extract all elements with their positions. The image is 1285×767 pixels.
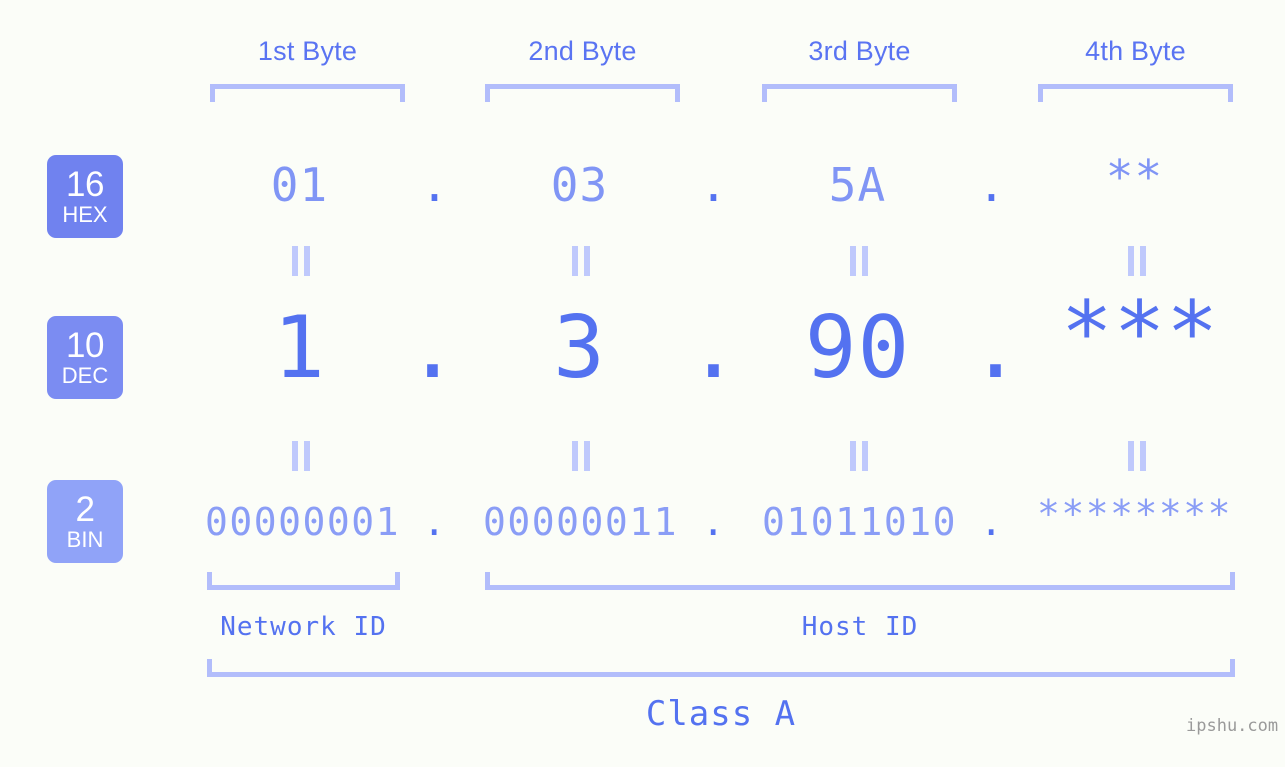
bin-byte-3: 01011010 xyxy=(761,500,958,544)
bin-byte-4: ******** xyxy=(1036,492,1233,536)
base-badge-hex-number: 16 xyxy=(66,165,104,204)
bin-separator-2: . xyxy=(701,500,727,544)
class-label: Class A xyxy=(645,694,797,734)
dec-separator-3: . xyxy=(969,298,1023,398)
byte-header-3: 3rd Byte xyxy=(808,36,911,66)
bin-separator-1: . xyxy=(422,500,448,544)
dec-byte-3: 90 xyxy=(804,298,911,398)
base-badge-dec-abbr: DEC xyxy=(61,363,109,388)
base-badge-hex: 16 HEX xyxy=(47,155,123,238)
byte-bracket-3 xyxy=(762,84,957,102)
byte-bracket-2 xyxy=(485,84,680,102)
equals-icon-hex-dec-4 xyxy=(1126,246,1148,276)
hex-separator-1: . xyxy=(420,158,450,212)
hex-byte-3: 5A xyxy=(828,158,887,212)
equals-icon-hex-dec-1 xyxy=(290,246,312,276)
watermark: ipshu.com xyxy=(1186,716,1279,736)
network-id-label: Network ID xyxy=(220,612,387,642)
bin-byte-2: 00000011 xyxy=(482,500,679,544)
class-bracket xyxy=(207,659,1235,677)
dec-byte-2: 3 xyxy=(553,298,606,398)
dec-byte-1: 1 xyxy=(273,298,326,398)
base-badge-dec-number: 10 xyxy=(66,326,104,365)
hex-separator-3: . xyxy=(977,158,1007,212)
host-id-label: Host ID xyxy=(801,612,919,642)
byte-bracket-4 xyxy=(1038,84,1233,102)
network-id-bracket xyxy=(207,572,400,590)
byte-header-1: 1st Byte xyxy=(257,36,358,66)
byte-bracket-1 xyxy=(210,84,405,102)
base-badge-bin-number: 2 xyxy=(75,490,95,529)
bin-separator-3: . xyxy=(979,500,1005,544)
equals-icon-dec-bin-3 xyxy=(848,441,870,471)
equals-icon-dec-bin-2 xyxy=(570,441,592,471)
base-badge-bin: 2 BIN xyxy=(47,480,123,563)
hex-byte-1: 01 xyxy=(270,158,329,212)
base-badge-dec: 10 DEC xyxy=(47,316,123,399)
equals-icon-hex-dec-2 xyxy=(570,246,592,276)
equals-icon-dec-bin-1 xyxy=(290,441,312,471)
hex-byte-2: 03 xyxy=(550,158,609,212)
bin-byte-1: 00000001 xyxy=(204,500,401,544)
host-id-bracket xyxy=(485,572,1235,590)
dec-separator-2: . xyxy=(687,298,741,398)
base-badge-hex-abbr: HEX xyxy=(62,202,108,227)
byte-header-4: 4th Byte xyxy=(1085,36,1186,66)
dec-separator-1: . xyxy=(406,298,460,398)
hex-byte-4: ** xyxy=(1105,150,1164,204)
dec-byte-4: *** xyxy=(1060,283,1220,383)
hex-separator-2: . xyxy=(699,158,729,212)
ip-address-diagram: 1st Byte 2nd Byte 3rd Byte 4th Byte 16 H… xyxy=(0,0,1285,767)
equals-icon-hex-dec-3 xyxy=(848,246,870,276)
byte-header-2: 2nd Byte xyxy=(528,36,637,66)
base-badge-bin-abbr: BIN xyxy=(66,527,104,552)
equals-icon-dec-bin-4 xyxy=(1126,441,1148,471)
